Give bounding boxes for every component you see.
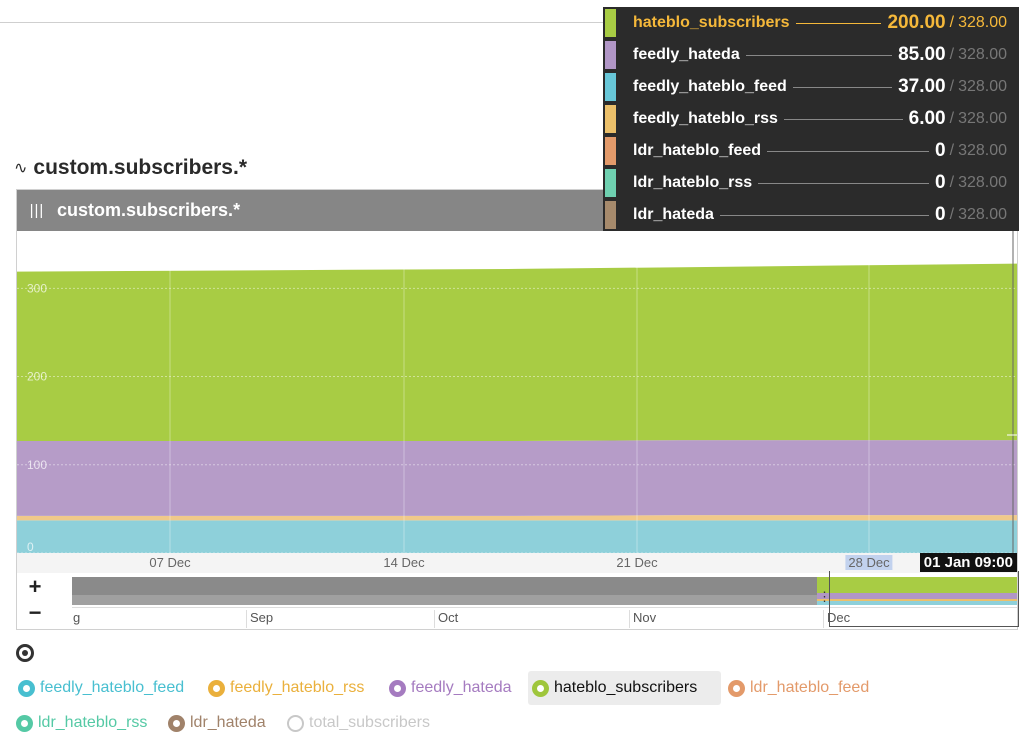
y-tick-label: 200 [27,370,47,384]
tooltip-series-name: feedly_hateblo_rss [633,110,778,127]
tooltip-total: 328.00 [958,206,1007,223]
x-tick-label: 14 Dec [383,555,425,570]
navigator-month-label: Nov [629,610,656,628]
cursor-time-label: 01 Jan 09:00 [919,553,1017,572]
x-axis: 07 Dec 14 Dec 21 Dec 28 Dec 01 Jan 09:00 [17,553,1017,573]
tooltip-row: ldr_hateblo_feed 0 / 328.00 [603,135,1019,167]
tooltip-series-name: feedly_hateblo_feed [633,78,787,95]
line-chart-icon: ∿ [14,160,28,177]
zoom-in-button[interactable]: + [21,575,49,599]
tooltip-series-name: ldr_hateblo_feed [633,142,762,159]
tooltip-row: hateblo_subscribers 200.00 / 328.00 [603,7,1019,39]
tooltip-row: ldr_hateda 0 / 328.00 [603,199,1019,231]
tooltip-series-name: ldr_hateda [633,206,714,223]
top-divider [0,22,604,23]
x-tick-label: 07 Dec [149,555,191,570]
legend-item-active[interactable]: hateblo_subscribers [528,671,721,705]
tooltip-row: feedly_hateblo_rss 6.00 / 328.00 [603,103,1019,135]
legend-label: total_subscribers [309,714,430,731]
tooltip-row: feedly_hateda 85.00 / 328.00 [603,39,1019,71]
y-tick-label: 300 [27,281,47,295]
legend-dot-icon [16,714,33,732]
section-title: ∿ custom.subscribers.* [14,156,247,180]
y-tick-label: 100 [27,458,47,472]
tooltip-swatch [605,201,616,229]
legend-label: feedly_hateblo_rss [230,679,365,696]
navigator-labels: g Sep Oct Nov Dec [72,607,1017,628]
tooltip-value: 200.00 [887,12,946,33]
legend-item[interactable]: feedly_hateblo_feed [14,671,188,705]
graph-panel: ||| custom.subscribers.* 0 100 200 300 07 D… [16,189,1019,630]
visibility-toggle-icon[interactable] [16,644,34,662]
legend-item[interactable]: ldr_hateblo_feed [724,671,873,705]
tooltip-value: 0 [935,140,946,161]
tooltip-swatch [605,73,616,101]
navigator-month-label: Oct [434,610,458,628]
tooltip-series-name: hateblo_subscribers [633,14,790,31]
tooltip-total: 328.00 [958,174,1007,191]
tooltip-value: 0 [935,172,946,193]
legend-dot-icon [287,714,304,732]
x-tick-label-selected: 28 Dec [845,555,893,570]
tooltip-value: 85.00 [898,44,946,65]
area-feedly_hateda[interactable] [17,440,1017,516]
legend-item[interactable]: total_subscribers [283,706,434,740]
navigator-track[interactable] [72,577,1017,605]
tooltip-swatch [605,105,616,133]
legend-dot-icon [532,679,549,697]
area-feedly_hateblo_feed[interactable] [17,520,1017,553]
area-hateblo_subscribers[interactable] [17,263,1017,441]
y-tick-label: 0 [27,540,34,553]
legend-label: hateblo_subscribers [554,679,698,696]
legend-dot-icon [18,679,35,697]
legend-label: ldr_hateblo_feed [750,679,870,696]
plot-area[interactable]: 0 100 200 300 [17,231,1017,553]
legend-label: ldr_hateda [190,714,266,731]
panel-title: custom.subscribers.* [57,200,241,220]
tooltip-swatch [605,9,616,37]
tooltip-row: feedly_hateblo_feed 37.00 / 328.00 [603,71,1019,103]
legend-item[interactable]: ldr_hateda [164,706,270,740]
hamburger-icon[interactable]: ||| [17,202,57,219]
legend-dot-icon [728,679,745,697]
legend-item[interactable]: feedly_hateblo_rss [204,671,368,705]
legend-label: ldr_hateblo_rss [38,714,148,731]
legend-label: feedly_hateda [411,679,512,696]
tooltip-swatch [605,41,616,69]
zoom-out-button[interactable]: − [21,601,49,625]
legend-item[interactable]: feedly_hateda [385,671,516,705]
tooltip-value: 0 [935,204,946,225]
tooltip-series-name: ldr_hateblo_rss [633,174,753,191]
x-tick-label: 21 Dec [616,555,658,570]
navigator-drag-handle[interactable]: ⋮ [818,589,831,605]
tooltip-total: 328.00 [958,46,1007,63]
tooltip-total: 328.00 [958,142,1007,159]
hover-tooltip: hateblo_subscribers 200.00 / 328.00 feed… [603,7,1019,231]
legend-dot-icon [208,679,225,697]
legend-label: feedly_hateblo_feed [40,679,185,696]
tooltip-value: 6.00 [908,108,946,129]
navigator-month-label: Dec [823,610,850,628]
legend-dot-icon [389,679,406,697]
tooltip-swatch [605,137,616,165]
tooltip-total: 328.00 [958,14,1007,31]
tooltip-total: 328.00 [958,110,1007,127]
tooltip-series-name: feedly_hateda [633,46,740,63]
range-navigator[interactable]: + − g Sep Oct Nov Dec ⋮ [17,571,1019,629]
tooltip-total: 328.00 [958,78,1007,95]
tooltip-row: ldr_hateblo_rss 0 / 328.00 [603,167,1019,199]
legend-dot-icon [168,714,185,732]
tooltip-swatch [605,169,616,197]
stacked-area-chart[interactable]: 0 100 200 300 [17,231,1017,553]
navigator-month-label: g [73,610,81,625]
legend-item[interactable]: ldr_hateblo_rss [12,706,151,740]
navigator-month-label: Sep [246,610,273,628]
section-title-text: custom.subscribers.* [33,156,247,179]
tooltip-value: 37.00 [898,76,946,97]
